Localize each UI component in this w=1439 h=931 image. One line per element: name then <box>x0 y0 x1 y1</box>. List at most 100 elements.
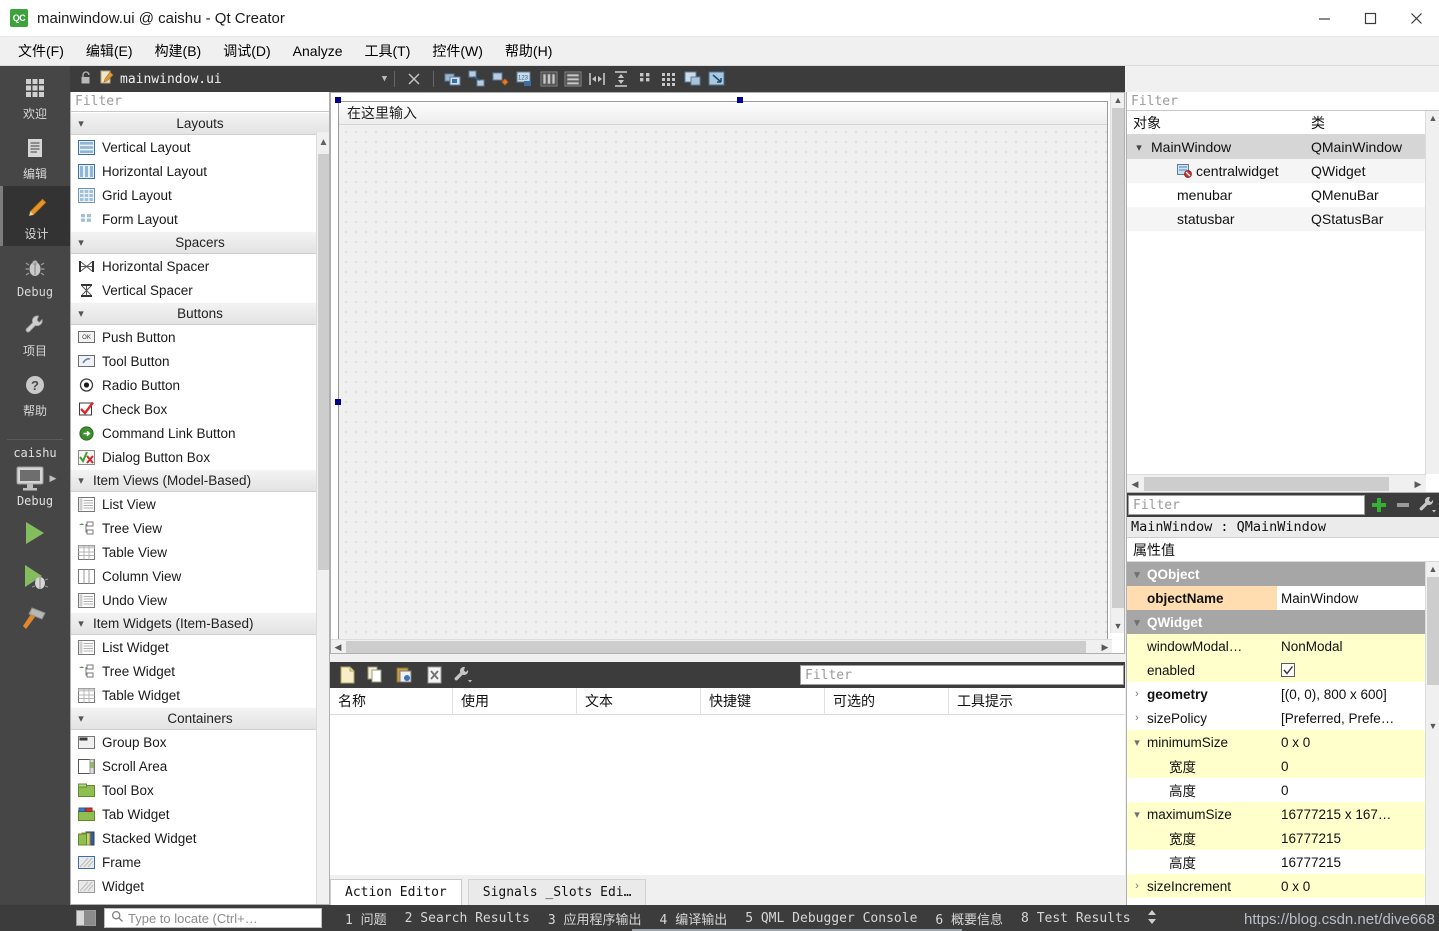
menu-file[interactable]: 文件(F) <box>8 38 74 64</box>
property-row-maximumsize-width[interactable]: 宽度 16777215 <box>1127 826 1439 850</box>
property-row-sizepolicy[interactable]: › sizePolicy [Preferred, Prefe… <box>1127 706 1439 730</box>
widget-item-horizontal-layout[interactable]: Horizontal Layout <box>71 159 329 183</box>
widget-item-frame[interactable]: Frame <box>71 850 329 874</box>
property-row-geometry[interactable]: › geometry [(0, 0), 800 x 600] <box>1127 682 1439 706</box>
property-row-maximumsize[interactable]: ▾ maximumSize 16777215 x 167… <box>1127 802 1439 826</box>
object-row-centralwidget[interactable]: centralwidget QWidget <box>1127 159 1439 183</box>
widget-item-tool-button[interactable]: Tool Button <box>71 349 329 373</box>
object-inspector-horizontal-scrollbar[interactable]: ◀ ▶ <box>1127 474 1426 492</box>
status-item-qml-debugger-console[interactable]: 5 QML Debugger Console <box>736 911 926 926</box>
action-filter-input[interactable]: Filter <box>800 665 1124 685</box>
action-col-text[interactable]: 文本 <box>577 688 701 715</box>
scroll-right-icon[interactable]: ▶ <box>1410 475 1426 493</box>
scrollbar-thumb[interactable] <box>1144 477 1389 491</box>
property-editor-vertical-scrollbar[interactable]: ▲ ▼ <box>1425 562 1439 906</box>
widget-item-horizontal-spacer[interactable]: Horizontal Spacer <box>71 254 329 278</box>
status-item-search-results[interactable]: 2 Search Results <box>396 911 539 926</box>
widget-item-undo-view[interactable]: Undo View <box>71 588 329 612</box>
property-value-windowmodality[interactable]: NonModal <box>1277 634 1439 658</box>
scroll-up-icon[interactable]: ▲ <box>317 132 329 152</box>
action-col-used[interactable]: 使用 <box>453 688 577 715</box>
property-row-maximumsize-height[interactable]: 高度 16777215 <box>1127 850 1439 874</box>
chevron-right-icon[interactable]: › <box>1127 688 1147 700</box>
build-button[interactable] <box>18 604 52 637</box>
property-row-enabled[interactable]: enabled <box>1127 658 1439 682</box>
layout-splitter-horizontal-icon[interactable] <box>586 68 608 90</box>
status-item-compile-output[interactable]: 4 编译输出 <box>651 909 737 928</box>
action-table-body[interactable] <box>330 715 1125 875</box>
run-button[interactable] <box>18 518 52 551</box>
minimize-button[interactable] <box>1301 0 1347 36</box>
widget-item-widget[interactable]: Widget <box>71 874 329 898</box>
object-col-class[interactable]: 类 <box>1311 113 1439 133</box>
property-value-objectname[interactable]: MainWindow <box>1277 586 1439 610</box>
widget-item-column-view[interactable]: Column View <box>71 564 329 588</box>
scroll-up-icon[interactable]: ▲ <box>1426 562 1439 576</box>
enabled-checkbox[interactable] <box>1281 663 1295 677</box>
layout-form-icon[interactable] <box>634 68 656 90</box>
action-col-shortcut[interactable]: 快捷键 <box>701 688 825 715</box>
status-item-test-results[interactable]: 8 Test Results <box>1012 911 1140 926</box>
widget-item-tree-widget[interactable]: Tree Widget <box>71 659 329 683</box>
selection-handle-left[interactable] <box>335 97 341 103</box>
status-item-issues[interactable]: 1 问题 <box>336 909 396 928</box>
widget-item-group-box[interactable]: Group Box <box>71 730 329 754</box>
widget-category-layouts[interactable]: ▾ Layouts <box>71 112 329 135</box>
status-item-general-messages[interactable]: 6 概要信息 <box>926 909 1012 928</box>
widget-item-table-widget[interactable]: Table Widget <box>71 683 329 707</box>
close-icon[interactable] <box>403 68 425 90</box>
menu-edit[interactable]: 编辑(E) <box>76 38 143 64</box>
property-value-minimumsize[interactable]: 0 x 0 <box>1277 730 1439 754</box>
widget-item-form-layout[interactable]: Form Layout <box>71 207 329 231</box>
chevron-down-icon[interactable]: ▼ <box>382 74 387 84</box>
tab-signals-slots-editor[interactable]: Signals _Slots Edi… <box>468 879 647 905</box>
scroll-down-icon[interactable]: ▼ <box>1426 719 1439 733</box>
scroll-up-icon[interactable]: ▲ <box>1426 111 1439 125</box>
property-row-minimumsize-height[interactable]: 高度 0 <box>1127 778 1439 802</box>
kit-selector[interactable]: ▶ <box>14 464 57 492</box>
property-value-maxwidth[interactable]: 16777215 <box>1277 826 1439 850</box>
property-row-minimumsize[interactable]: ▾ minimumSize 0 x 0 <box>1127 730 1439 754</box>
add-icon[interactable] <box>1368 494 1390 516</box>
start-debugging-button[interactable] <box>18 561 52 594</box>
form-editor-canvas[interactable]: 在这里输入 ▲ ▼ ◀ ▶ <box>330 92 1125 654</box>
widget-item-list-view[interactable]: List View <box>71 492 329 516</box>
break-layout-icon[interactable] <box>682 68 704 90</box>
widget-item-push-button[interactable]: OK Push Button <box>71 325 329 349</box>
layout-splitter-vertical-icon[interactable] <box>610 68 632 90</box>
action-col-name[interactable]: 名称 <box>330 688 453 715</box>
chevron-right-icon[interactable]: › <box>1127 712 1147 724</box>
widget-item-vertical-layout[interactable]: Vertical Layout <box>71 135 329 159</box>
widget-box-filter-input[interactable]: Filter <box>71 92 329 112</box>
object-row-statusbar[interactable]: statusbar QStatusBar <box>1127 207 1439 231</box>
scroll-right-icon[interactable]: ▶ <box>1098 640 1112 654</box>
widget-box-scrollbar[interactable]: ▲ ▼ <box>316 132 329 904</box>
output-pane-spinner[interactable] <box>1146 909 1158 928</box>
property-col-value[interactable]: 值 <box>1161 540 1175 560</box>
property-value-maximumsize[interactable]: 16777215 x 167… <box>1277 802 1439 826</box>
property-value-maxheight[interactable]: 16777215 <box>1277 850 1439 874</box>
status-item-application-output[interactable]: 3 应用程序输出 <box>539 909 651 928</box>
property-group-qwidget[interactable]: ▾ QWidget <box>1127 610 1439 634</box>
property-col-name[interactable]: 属性 <box>1127 540 1161 560</box>
widget-item-dialog-button-box[interactable]: Dialog Button Box <box>71 445 329 469</box>
scrollbar-thumb[interactable] <box>318 154 329 570</box>
unlocked-icon[interactable] <box>80 71 92 88</box>
object-inspector-vertical-scrollbar[interactable]: ▲ <box>1425 111 1439 474</box>
chevron-down-icon[interactable]: ▾ <box>1127 808 1147 821</box>
object-row-menubar[interactable]: menubar QMenuBar <box>1127 183 1439 207</box>
open-file-tab[interactable]: mainwindow.ui ▼ <box>100 70 387 88</box>
layout-vertically-icon[interactable] <box>562 68 584 90</box>
sidebar-toggle-button[interactable] <box>76 910 96 926</box>
object-col-object[interactable]: 对象 <box>1127 113 1311 133</box>
close-button[interactable] <box>1393 0 1439 36</box>
configure-icon[interactable] <box>451 664 475 686</box>
widget-item-tree-view[interactable]: Tree View <box>71 516 329 540</box>
edit-widgets-icon[interactable] <box>442 68 464 90</box>
menu-tools[interactable]: 工具(T) <box>354 38 420 64</box>
edit-signals-slots-icon[interactable] <box>466 68 488 90</box>
widget-category-buttons[interactable]: ▾ Buttons <box>71 302 329 325</box>
scroll-up-icon[interactable]: ▲ <box>1111 93 1125 107</box>
layout-grid-icon[interactable] <box>658 68 680 90</box>
form-menubar-placeholder[interactable]: 在这里输入 <box>339 103 425 123</box>
